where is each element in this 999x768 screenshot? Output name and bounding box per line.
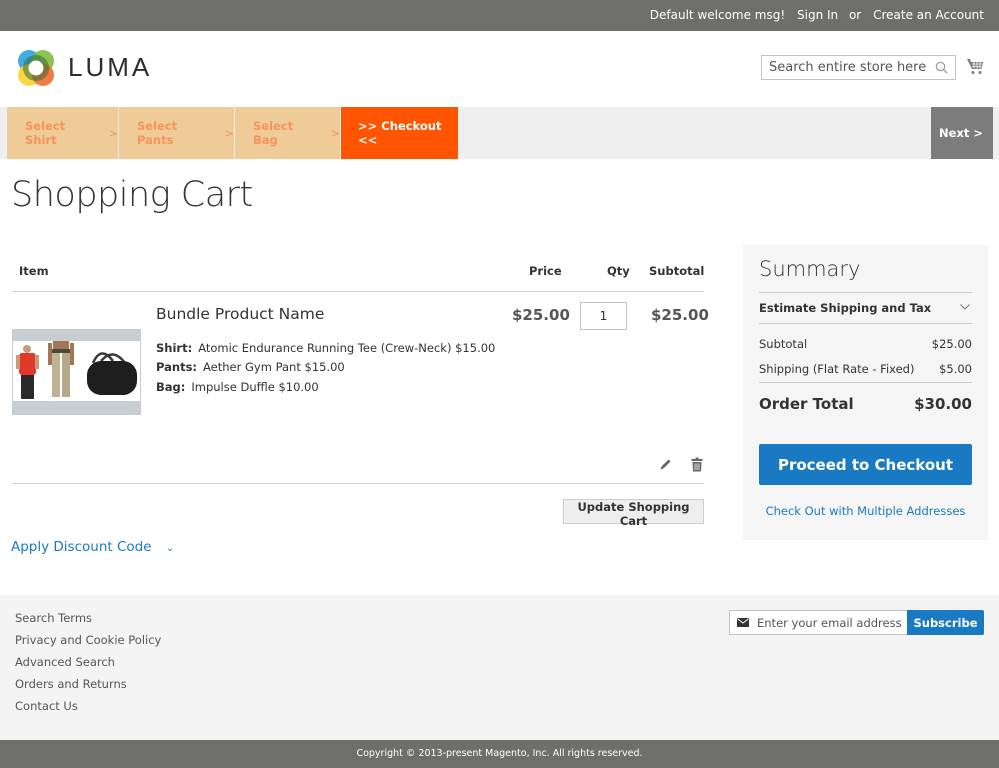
footer-link-search-terms[interactable]: Search Terms xyxy=(15,611,92,625)
page-title: Shopping Cart xyxy=(11,175,253,215)
summary-title: Summary xyxy=(759,257,861,281)
option-value: Aether Gym Pant $15.00 xyxy=(203,360,345,374)
option-value: Impulse Duffle $10.00 xyxy=(191,380,319,394)
copyright: Copyright © 2013-present Magento, Inc. A… xyxy=(0,740,999,768)
row-value: $5.00 xyxy=(939,362,972,376)
divider xyxy=(12,483,704,484)
newsletter-email-input[interactable] xyxy=(757,611,907,634)
step-label: >> Checkout << xyxy=(358,119,442,147)
column-header-subtotal: Subtotal xyxy=(649,264,705,278)
bundle-product-thumbnail xyxy=(13,341,140,401)
search-input[interactable] xyxy=(762,56,927,79)
order-summary: Summary Estimate Shipping and Tax Subtot… xyxy=(743,245,988,540)
product-option-pants: Pants: Aether Gym Pant $15.00 xyxy=(156,360,345,374)
quantity-input[interactable] xyxy=(580,302,627,330)
divider xyxy=(759,323,972,324)
option-label: Pants: xyxy=(156,360,198,374)
create-account-link[interactable]: Create an Account xyxy=(873,8,984,22)
order-total: Order Total $30.00 xyxy=(759,395,972,413)
subscribe-button[interactable]: Subscribe xyxy=(907,610,984,635)
update-cart-button[interactable]: Update Shopping Cart xyxy=(563,499,704,528)
step-select-shirt[interactable]: Select Shirt > xyxy=(7,107,118,159)
row-label: Subtotal xyxy=(759,337,808,351)
row-value: $25.00 xyxy=(931,337,972,351)
divider xyxy=(759,292,972,293)
product-image[interactable] xyxy=(12,329,141,415)
footer-link-advanced-search[interactable]: Advanced Search xyxy=(15,655,115,669)
discount-label: Apply Discount Code xyxy=(11,539,152,555)
order-total-label: Order Total xyxy=(759,395,854,413)
chevron-right-icon: > xyxy=(330,126,340,140)
envelope-icon xyxy=(737,618,749,627)
top-bar: Default welcome msg! Sign In or Create a… xyxy=(0,0,999,31)
divider xyxy=(759,382,972,383)
luma-logo-icon[interactable] xyxy=(16,48,56,88)
search-field[interactable] xyxy=(761,55,956,80)
column-header-qty: Qty xyxy=(607,264,630,278)
footer-link-orders-returns[interactable]: Orders and Returns xyxy=(15,677,127,691)
search-icon[interactable] xyxy=(935,61,948,74)
product-name-link[interactable]: Bundle Product Name xyxy=(156,305,324,323)
row-label: Shipping (Flat Rate - Fixed) xyxy=(759,362,915,376)
option-label: Shirt: xyxy=(156,341,193,355)
step-select-bag[interactable]: Select Bag > xyxy=(235,107,340,159)
newsletter-field[interactable] xyxy=(729,610,908,635)
cart-icon[interactable] xyxy=(966,57,984,75)
chevron-down-icon: ⌄ xyxy=(165,543,175,554)
welcome-message: Default welcome msg! xyxy=(649,8,786,22)
option-value: Atomic Endurance Running Tee (Crew-Neck)… xyxy=(198,341,496,355)
header-links: Default welcome msg! Sign In or Create a… xyxy=(642,8,984,22)
multiple-addresses-link[interactable]: Check Out with Multiple Addresses xyxy=(743,504,988,518)
apply-discount-toggle[interactable]: Apply Discount Code ⌄ xyxy=(11,539,174,555)
item-price: $25.00 xyxy=(512,306,570,324)
summary-row-subtotal: Subtotal $25.00 xyxy=(759,337,972,351)
column-header-price: Price xyxy=(529,264,562,278)
step-label: Select Bag xyxy=(253,119,294,147)
step-checkout[interactable]: >> Checkout << xyxy=(341,107,458,159)
summary-row-shipping: Shipping (Flat Rate - Fixed) $5.00 xyxy=(759,362,972,376)
logo-text[interactable]: LUMA xyxy=(68,52,152,83)
footer-link-privacy[interactable]: Privacy and Cookie Policy xyxy=(15,633,161,647)
estimate-shipping-toggle[interactable]: Estimate Shipping and Tax xyxy=(759,301,931,315)
footer: Search Terms Privacy and Cookie Policy A… xyxy=(0,595,999,740)
product-option-bag: Bag: Impulse Duffle $10.00 xyxy=(156,380,319,394)
column-header-item: Item xyxy=(19,264,49,278)
product-option-shirt: Shirt: Atomic Endurance Running Tee (Crew… xyxy=(156,341,495,355)
sign-in-link[interactable]: Sign In xyxy=(797,8,838,22)
step-label: Select Pants xyxy=(137,119,178,147)
option-label: Bag: xyxy=(156,380,186,394)
chevron-down-icon[interactable] xyxy=(960,304,970,310)
step-select-pants[interactable]: Select Pants > xyxy=(119,107,234,159)
order-total-value: $30.00 xyxy=(914,395,972,413)
step-label: Select Shirt xyxy=(25,119,66,147)
item-subtotal: $25.00 xyxy=(651,306,709,324)
divider xyxy=(12,291,704,292)
edit-pencil-icon[interactable] xyxy=(659,458,672,471)
chevron-right-icon: > xyxy=(108,126,118,140)
or-text: or xyxy=(848,8,862,22)
proceed-to-checkout-button[interactable]: Proceed to Checkout xyxy=(759,444,972,485)
trash-icon[interactable] xyxy=(691,457,703,472)
chevron-right-icon: > xyxy=(224,126,234,140)
footer-link-contact-us[interactable]: Contact Us xyxy=(15,699,78,713)
next-step-button[interactable]: Next > xyxy=(931,107,993,159)
